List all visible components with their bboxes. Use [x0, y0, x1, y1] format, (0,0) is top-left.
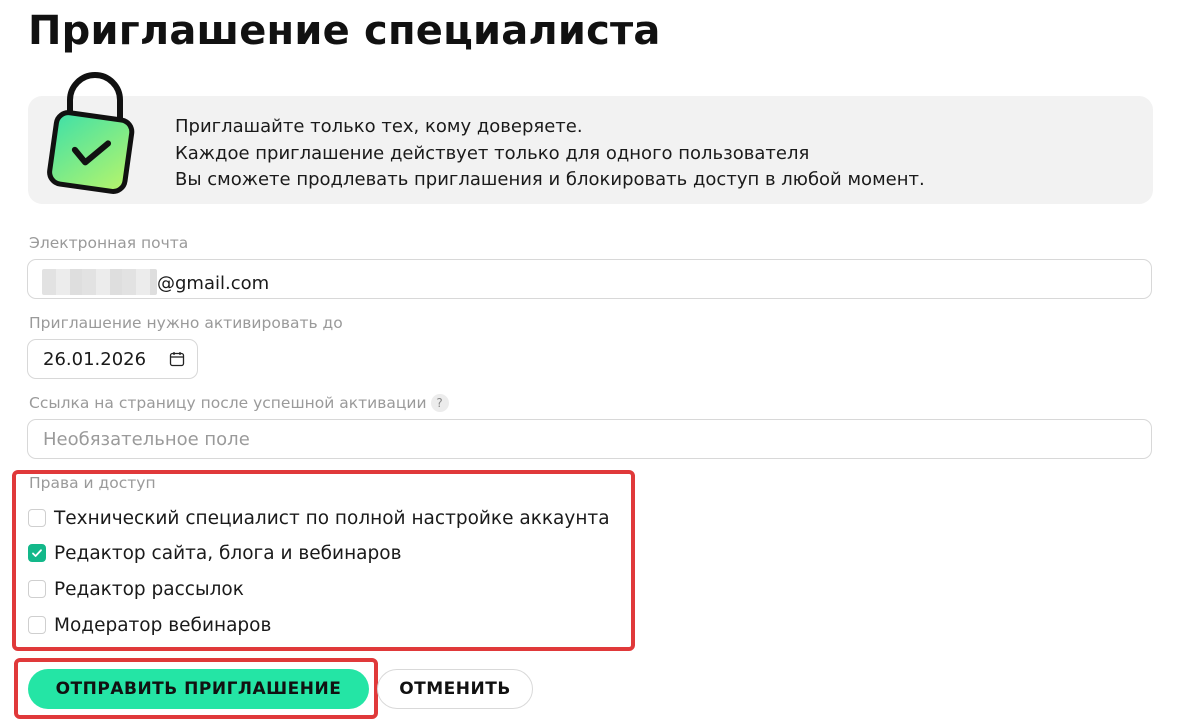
email-value: @gmail.com [157, 273, 270, 294]
calendar-icon[interactable] [169, 351, 185, 367]
rights-option-label: Модератор вебинаров [54, 614, 272, 636]
checkbox[interactable] [28, 509, 46, 527]
notice-text: Приглашайте только тех, кому доверяете. … [175, 114, 925, 194]
checkbox[interactable] [28, 580, 46, 598]
check-icon [32, 549, 42, 557]
email-field[interactable]: @gmail.com [27, 259, 1152, 299]
checkbox[interactable] [28, 616, 46, 634]
email-label: Электронная почта [29, 234, 189, 252]
rights-option-label: Технический специалист по полной настрой… [54, 507, 610, 529]
rights-option-label: Редактор рассылок [54, 578, 244, 600]
redacted-email-prefix [42, 269, 157, 295]
notice-line: Приглашайте только тех, кому доверяете. [175, 116, 583, 137]
redirect-label-text: Ссылка на страницу после успешной актива… [29, 394, 427, 412]
email-value-wrap: @gmail.com [42, 269, 269, 295]
notice-line: Вы сможете продлевать приглашения и блок… [175, 169, 925, 190]
question-icon[interactable]: ? [430, 394, 449, 412]
notice-line: Каждое приглашение действует только для … [175, 142, 810, 164]
send-invitation-button[interactable]: ОТПРАВИТЬ ПРИГЛАШЕНИЕ [28, 669, 369, 709]
expiry-label: Приглашение нужно активировать до [29, 314, 343, 332]
expiry-date-value: 26.01.2026 [43, 349, 147, 370]
rights-label: Права и доступ [29, 474, 156, 492]
redirect-url-field[interactable]: Необязательное поле [27, 419, 1152, 459]
redirect-label: Ссылка на страницу после успешной актива… [29, 394, 449, 412]
rights-option[interactable]: Редактор сайта, блога и вебинаров [28, 541, 401, 565]
checkbox-checked[interactable] [28, 544, 46, 562]
lock-check-icon [47, 72, 135, 194]
rights-option[interactable]: Редактор рассылок [28, 577, 244, 601]
rights-option[interactable]: Технический специалист по полной настрой… [28, 506, 610, 530]
expiry-date-field[interactable]: 26.01.2026 [27, 339, 198, 379]
cancel-button[interactable]: ОТМЕНИТЬ [377, 669, 533, 709]
rights-option-label: Редактор сайта, блога и вебинаров [54, 542, 402, 564]
redirect-placeholder: Необязательное поле [43, 429, 250, 450]
rights-option[interactable]: Модератор вебинаров [28, 613, 271, 637]
page-title: Приглашение специалиста [28, 8, 661, 54]
